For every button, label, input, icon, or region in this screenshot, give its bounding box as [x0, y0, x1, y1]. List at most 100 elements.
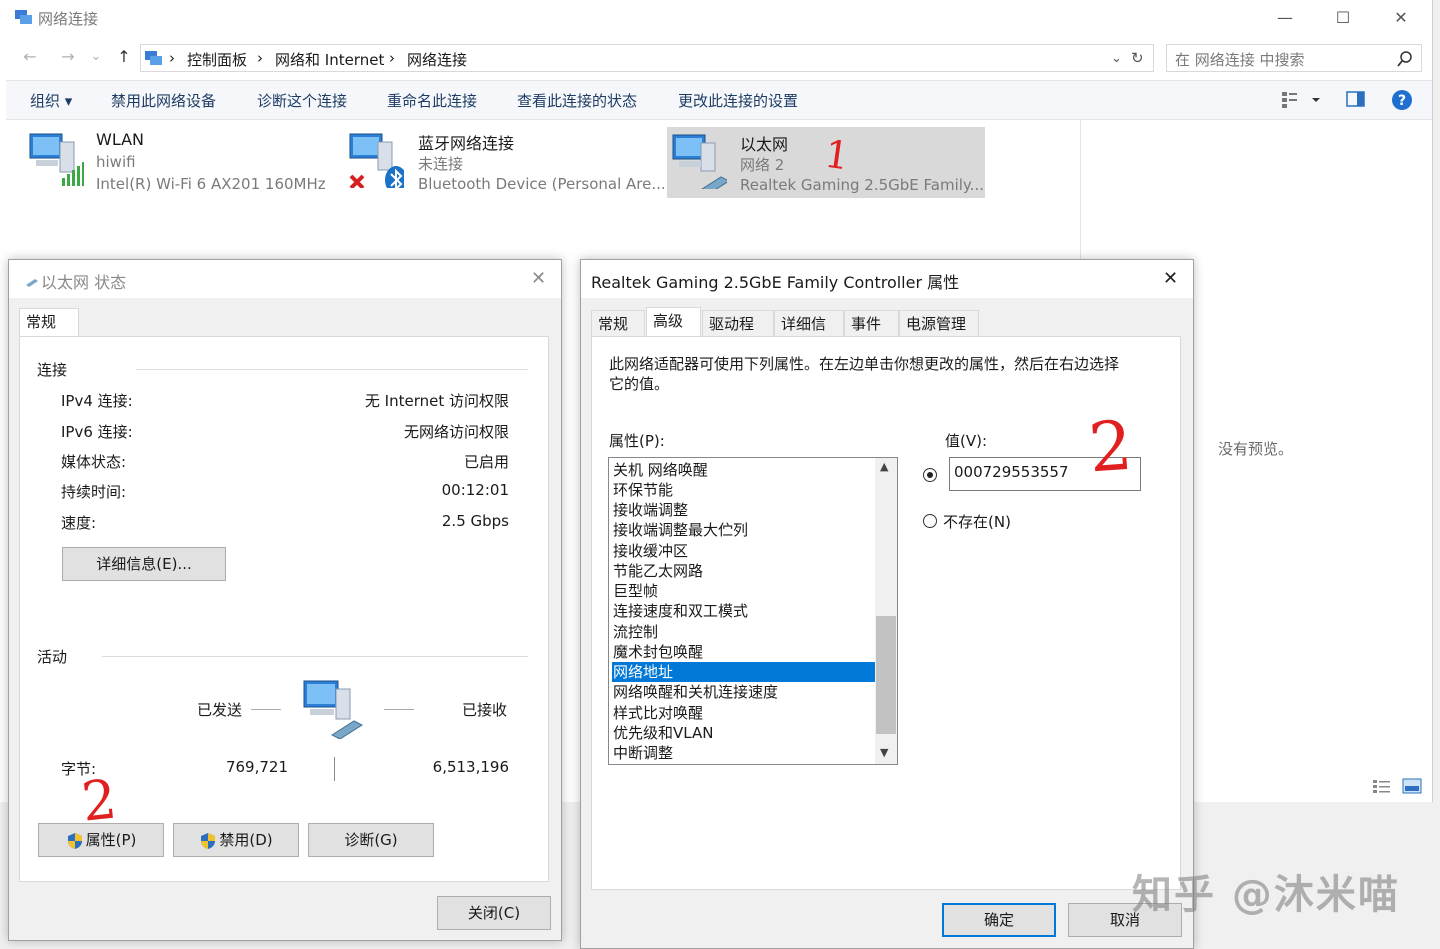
connection-group-label: 连接	[37, 361, 68, 379]
ipv6-value: 无网络访问权限	[403, 423, 509, 441]
view-status-command[interactable]: 查看此连接的状态	[517, 90, 637, 111]
preview-pane-icon[interactable]	[1346, 91, 1366, 109]
status-tab-panel: 连接 IPv4 连接: 无 Internet 访问权限 IPv6 连接: 无网络…	[19, 336, 549, 882]
properties-button[interactable]: 属性(P)	[38, 823, 164, 857]
scroll-thumb[interactable]	[876, 616, 896, 734]
tab-advanced[interactable]: 高级	[646, 307, 701, 336]
ethernet-small-icon	[26, 279, 38, 287]
not-present-radio[interactable]	[923, 514, 937, 528]
diagnose-command[interactable]: 诊断这个连接	[257, 90, 347, 111]
tab-details[interactable]: 详细信息	[774, 310, 844, 359]
list-item[interactable]: 关机 网络唤醒	[612, 460, 875, 480]
list-item[interactable]: 网络唤醒和关机连接速度	[612, 682, 875, 702]
ipv4-label: IPv4 连接:	[61, 392, 133, 410]
up-arrow-icon[interactable]: ↑	[112, 46, 136, 68]
back-arrow-icon[interactable]: ←	[18, 46, 42, 68]
network-folder-icon	[15, 10, 32, 24]
group-divider	[136, 369, 528, 370]
advanced-description: 此网络适配器可使用下列属性。在左边单击你想更改的属性，然后在右边选择它的值。	[609, 355, 1120, 393]
list-item[interactable]: 中断调整	[612, 743, 875, 763]
connection-bluetooth[interactable]: 蓝牙网络连接 未连接 Bluetooth Device (Personal Ar…	[348, 126, 666, 198]
list-item[interactable]: 流控制	[612, 622, 875, 642]
large-icons-view-icon[interactable]	[1402, 778, 1422, 794]
speed-label: 速度:	[61, 514, 97, 532]
view-options-icon[interactable]	[1280, 90, 1320, 110]
list-item[interactable]: 接收端调整	[612, 500, 875, 520]
wifi-adapter-icon	[29, 133, 84, 186]
value-radio[interactable]	[923, 468, 937, 482]
bytes-received-value: 6,513,196	[432, 758, 509, 776]
list-item[interactable]: 样式比对唤醒	[612, 703, 875, 723]
sent-label: 已发送	[197, 701, 243, 719]
list-item[interactable]: 巨型帧	[612, 581, 875, 601]
property-listbox[interactable]: 关机 网络唤醒 环保节能 接收端调整 接收端调整最大伫列 接收缓冲区 节能乙太网…	[608, 457, 898, 765]
list-item[interactable]: 接收端调整最大伫列	[612, 520, 875, 540]
duration-label: 持续时间:	[61, 483, 127, 501]
watermark-text: 知乎 @沐米喵	[1132, 872, 1400, 918]
details-button[interactable]: 详细信息(E)...	[62, 547, 226, 581]
organize-menu[interactable]: 组织 ▾	[30, 90, 72, 111]
refresh-icon[interactable]: ↻	[1131, 49, 1144, 67]
search-input[interactable]: 在 网络连接 中搜索	[1166, 44, 1422, 72]
bytes-sent-value: 769,721	[225, 758, 288, 776]
bytes-divider	[334, 757, 335, 781]
list-item[interactable]: 魔术封包唤醒	[612, 642, 875, 662]
breadcrumb-network-connections[interactable]: 网络连接	[407, 49, 467, 70]
properties-label: 属性(P)	[85, 831, 137, 849]
tab-driver[interactable]: 驱动程序	[702, 310, 774, 359]
connection-device: Realtek Gaming 2.5GbE Family...	[740, 176, 984, 194]
list-scrollbar[interactable]: ▲ ▼	[875, 458, 897, 764]
maximize-button[interactable]: ☐	[1320, 4, 1366, 32]
ethernet-status-dialog: 以太网 状态 ✕ 常规 连接 IPv4 连接: 无 Internet 访问权限 …	[8, 259, 562, 941]
breadcrumb-separator: ›	[169, 49, 175, 67]
no-preview-text: 没有预览。	[1218, 440, 1294, 458]
connection-status: 网络 2	[740, 156, 785, 174]
forward-arrow-icon[interactable]: →	[56, 46, 80, 68]
address-bar[interactable]: › 控制面板 › 网络和 Internet › 网络连接 ⌄ ↻	[140, 44, 1154, 72]
disable-label: 禁用(D)	[219, 831, 273, 849]
connection-name: 蓝牙网络连接	[418, 134, 515, 153]
tab-power-management[interactable]: 电源管理	[899, 310, 979, 336]
details-view-icon[interactable]	[1372, 778, 1392, 794]
disable-device-command[interactable]: 禁用此网络设备	[111, 90, 216, 111]
scroll-up-icon[interactable]: ▲	[880, 460, 888, 473]
command-bar: 组织 ▾ 禁用此网络设备 诊断这个连接 重命名此连接 查看此连接的状态 更改此连…	[6, 80, 1432, 120]
ethernet-adapter-icon	[672, 134, 727, 189]
recent-locations-icon[interactable]: ⌄	[86, 46, 106, 68]
change-settings-command[interactable]: 更改此连接的设置	[678, 90, 798, 111]
connection-ethernet[interactable]: 以太网 网络 2 Realtek Gaming 2.5GbE Family...…	[667, 127, 985, 198]
help-icon[interactable]: ?	[1391, 89, 1413, 111]
list-item[interactable]: 环保节能	[612, 480, 875, 500]
uac-shield-icon	[68, 833, 82, 849]
tab-events[interactable]: 事件	[844, 310, 899, 336]
tab-general[interactable]: 常规	[591, 310, 645, 336]
tab-general[interactable]: 常规	[19, 308, 79, 337]
dialog-close-icon[interactable]: ✕	[531, 268, 546, 289]
close-button[interactable]: ✕	[1378, 4, 1424, 32]
address-dropdown-icon[interactable]: ⌄	[1111, 51, 1122, 66]
connection-name: WLAN	[96, 130, 145, 149]
close-dialog-button[interactable]: 关闭(C)	[437, 896, 551, 930]
connection-name: 以太网	[740, 135, 789, 154]
scroll-down-icon[interactable]: ▼	[880, 746, 888, 759]
list-item[interactable]: 连接速度和双工模式	[612, 601, 875, 621]
list-item-selected[interactable]: 网络地址	[612, 662, 875, 682]
uac-shield-icon	[201, 833, 215, 849]
ok-button[interactable]: 确定	[942, 903, 1056, 937]
window-title: 网络连接	[38, 10, 99, 28]
minimize-button[interactable]: —	[1262, 4, 1308, 32]
rename-command[interactable]: 重命名此连接	[387, 90, 477, 111]
breadcrumb-network-internet[interactable]: 网络和 Internet	[275, 49, 384, 70]
dialog-close-icon[interactable]: ✕	[1163, 268, 1178, 289]
dialog-title: Realtek Gaming 2.5GbE Family Controller …	[591, 273, 960, 292]
ipv4-value: 无 Internet 访问权限	[364, 392, 509, 410]
sent-line	[251, 709, 281, 710]
breadcrumb-control-panel[interactable]: 控制面板	[187, 49, 247, 70]
connection-wlan[interactable]: WLAN hiwifi Intel(R) Wi-Fi 6 AX201 160MH…	[28, 126, 338, 198]
not-present-label[interactable]: 不存在(N)	[943, 511, 1011, 532]
list-item[interactable]: 节能乙太网路	[612, 561, 875, 581]
disable-button[interactable]: 禁用(D)	[173, 823, 299, 857]
list-item[interactable]: 优先级和VLAN	[612, 723, 875, 743]
diagnose-button[interactable]: 诊断(G)	[308, 823, 434, 857]
list-item[interactable]: 接收缓冲区	[612, 541, 875, 561]
